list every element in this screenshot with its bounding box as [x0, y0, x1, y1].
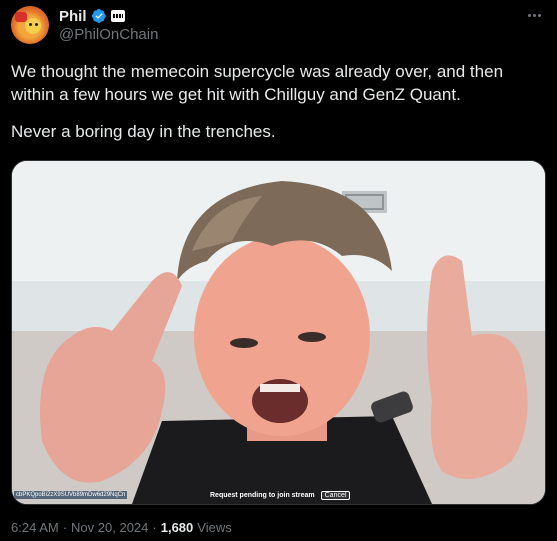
author-display-name[interactable]: Phil [59, 8, 87, 25]
avatar-eye-left [29, 23, 32, 26]
affiliate-badge-icon[interactable] [110, 10, 125, 22]
author-handle[interactable]: @PhilOnChain [59, 26, 158, 43]
tweet-paragraph: Never a boring day in the trenches. [11, 122, 276, 141]
more-dot-icon [527, 13, 531, 17]
author-avatar[interactable] [11, 6, 49, 44]
video-overlay-cancel: Cancel [320, 491, 351, 500]
more-dot-icon [537, 13, 541, 17]
avatar-hat [15, 12, 27, 22]
views-label: Views [197, 520, 232, 535]
tweet-meta: 6:24 AM · Nov 20, 2024 · 1,680 Views [11, 520, 232, 535]
avatar-eye-right [35, 23, 38, 26]
avatar-face [25, 18, 41, 34]
verified-badge-icon[interactable] [91, 8, 107, 24]
tweet-time[interactable]: 6:24 AM [11, 520, 59, 535]
tweet-date[interactable]: Nov 20, 2024 [71, 520, 148, 535]
views-count: 1,680 [160, 520, 194, 535]
author-header: Phil [59, 7, 125, 25]
video-overlay-status: Request pending to join stream Cancel [210, 491, 351, 500]
video-overlay-status-text: Request pending to join stream [210, 492, 315, 499]
tweet-text: We thought the memecoin supercycle was a… [11, 60, 547, 143]
more-dot-icon [532, 13, 536, 17]
more-options-button[interactable] [525, 6, 543, 24]
meta-separator: · [152, 520, 157, 535]
tweet: Phil @PhilOnChain We thought the memecoi… [0, 0, 557, 541]
tweet-media-video[interactable]: cbPKQpoBi2zX9SUVb89mDw6d29NqCn Request p… [11, 160, 546, 505]
video-frame [12, 161, 545, 504]
meta-separator: · [62, 520, 68, 535]
tweet-paragraph: We thought the memecoin supercycle was a… [11, 62, 504, 104]
video-overlay-id: cbPKQpoBi2zX9SUVb89mDw6d29NqCn [14, 491, 128, 499]
